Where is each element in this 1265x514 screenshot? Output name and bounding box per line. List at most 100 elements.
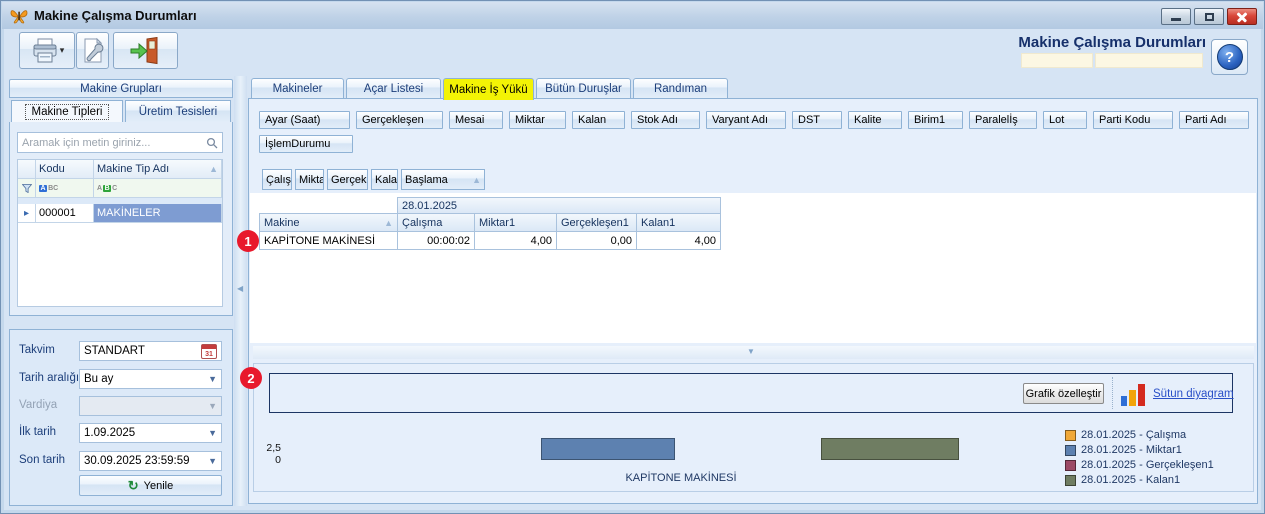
pivot-value-gerceklesen1[interactable]: 0,00 bbox=[556, 231, 637, 250]
chevron-down-icon: ▼ bbox=[208, 456, 217, 466]
grid-column-makine-tip-adi[interactable]: Makine Tip Adı▲ bbox=[94, 160, 222, 179]
field-button-gerceklesen[interactable]: Gerçekleşen bbox=[356, 111, 443, 129]
tab-butun-duruslar[interactable]: Bütün Duruşlar bbox=[536, 78, 631, 99]
pivot-column-miktar1[interactable]: Miktar1 bbox=[474, 213, 557, 232]
field-button-varyant-adi[interactable]: Varyant Adı bbox=[706, 111, 786, 129]
takvim-field[interactable]: STANDART 31 bbox=[79, 341, 222, 361]
horizontal-splitter[interactable]: ▼ bbox=[253, 346, 1254, 359]
tab-makine-tipleri[interactable]: Makine Tipleri bbox=[11, 100, 123, 123]
field-button-birim1[interactable]: Birim1 bbox=[908, 111, 963, 129]
ilk-tarih-field[interactable]: 1.09.2025▼ bbox=[79, 423, 222, 443]
search-icon bbox=[206, 137, 218, 149]
field-button-parti-adi[interactable]: Parti Adı bbox=[1179, 111, 1249, 129]
machine-types-grid: Kodu Makine Tip Adı▲ ABC ABC ▸ 000001 MA… bbox=[17, 159, 223, 307]
field-button-ayar-saat[interactable]: Ayar (Saat) bbox=[259, 111, 350, 129]
filter-kodu-cell[interactable]: ABC bbox=[36, 179, 94, 198]
field-button-parti-kodu[interactable]: Parti Kodu bbox=[1093, 111, 1173, 129]
field-button-dst[interactable]: DST bbox=[792, 111, 842, 129]
pivot-column-gerceklesen1[interactable]: Gerçekleşen1 bbox=[556, 213, 637, 232]
pivot-group-header-date[interactable]: 28.01.2025 bbox=[397, 197, 721, 214]
close-button[interactable] bbox=[1227, 8, 1257, 25]
grafik-ozellestir-button[interactable]: Grafik özelleştir bbox=[1023, 383, 1104, 404]
legend-item-calisma: 28.01.2025 - Çalışma bbox=[1065, 429, 1186, 441]
field-button-lot[interactable]: Lot bbox=[1043, 111, 1087, 129]
field-button-miktar[interactable]: Miktar bbox=[509, 111, 566, 129]
field-button-kalite[interactable]: Kalite bbox=[848, 111, 902, 129]
vardiya-label: Vardiya bbox=[19, 399, 57, 411]
takvim-label: Takvim bbox=[19, 344, 55, 356]
legend-item-kalan1: 28.01.2025 - Kalan1 bbox=[1065, 474, 1180, 486]
column-button-miktar[interactable]: Mikta bbox=[295, 169, 324, 190]
grid-column-kodu[interactable]: Kodu bbox=[36, 160, 94, 179]
row-kodu-cell[interactable]: 000001 bbox=[36, 204, 94, 223]
x-axis-category-label: KAPİTONE MAKİNESİ bbox=[561, 472, 801, 484]
grid-data-row[interactable]: ▸ 000001 MAKİNELER bbox=[18, 204, 222, 223]
chevron-down-icon: ▼ bbox=[208, 401, 217, 411]
yenile-button[interactable]: ↻ Yenile bbox=[79, 475, 222, 496]
collapse-down-icon[interactable]: ▼ bbox=[747, 347, 755, 356]
chevron-down-icon: ▼ bbox=[208, 374, 217, 384]
print-button[interactable]: ▾ bbox=[19, 32, 75, 69]
pivot-row-dimension-header[interactable]: Makine▲ bbox=[259, 213, 398, 232]
legend-item-gerceklesen1: 28.01.2025 - Gerçekleşen1 bbox=[1065, 459, 1214, 471]
tab-acar-listesi[interactable]: Açar Listesi bbox=[346, 78, 441, 99]
tab-uretim-tesisleri[interactable]: Üretim Tesisleri bbox=[125, 100, 231, 123]
field-button-kalan[interactable]: Kalan bbox=[572, 111, 625, 129]
butterfly-app-icon bbox=[10, 8, 28, 24]
sidebar-group-header[interactable]: Makine Grupları bbox=[9, 79, 233, 98]
sutun-diyagram-link[interactable]: Sütun diyagram bbox=[1153, 388, 1234, 400]
annotation-badge-2: 2 bbox=[240, 367, 262, 389]
sort-button-baslama[interactable]: Başlama▲ bbox=[401, 169, 485, 190]
question-mark-icon: ? bbox=[1217, 44, 1243, 70]
tab-makine-is-yuku[interactable]: Makine İş Yükü bbox=[443, 78, 534, 100]
field-button-stok-adi[interactable]: Stok Adı bbox=[631, 111, 700, 129]
filter-name-cell[interactable]: ABC bbox=[94, 179, 222, 198]
tarih-araligi-select[interactable]: Bu ay▼ bbox=[79, 369, 222, 389]
funnel-icon bbox=[22, 184, 32, 193]
pivot-row-machine[interactable]: KAPİTONE MAKİNESİ bbox=[259, 231, 398, 250]
title-bar: Makine Çalışma Durumları bbox=[2, 2, 1263, 29]
exit-door-icon bbox=[129, 37, 163, 65]
vardiya-select: ▼ bbox=[79, 396, 222, 416]
column-button-calisma[interactable]: Çalışı bbox=[262, 169, 292, 190]
collapse-left-icon[interactable]: ◀ bbox=[237, 284, 243, 293]
help-button[interactable]: ? bbox=[1211, 39, 1248, 75]
calendar-icon[interactable]: 31 bbox=[201, 344, 217, 359]
pivot-value-calisma[interactable]: 00:00:02 bbox=[397, 231, 475, 250]
pivot-value-kalan1[interactable]: 4,00 bbox=[636, 231, 721, 250]
legend-item-miktar1: 28.01.2025 - Miktar1 bbox=[1065, 444, 1182, 456]
report-settings-button[interactable] bbox=[76, 32, 109, 69]
field-button-islemdurumu[interactable]: İşlemDurumu bbox=[259, 135, 353, 153]
refresh-icon: ↻ bbox=[128, 479, 139, 492]
maximize-icon bbox=[1205, 13, 1214, 21]
window-title: Makine Çalışma Durumları bbox=[34, 8, 197, 23]
column-button-kalan[interactable]: Kala bbox=[371, 169, 398, 190]
son-tarih-field[interactable]: 30.09.2025 23:59:59▼ bbox=[79, 451, 222, 471]
maximize-button[interactable] bbox=[1194, 8, 1224, 25]
vertical-splitter[interactable]: ◀ bbox=[234, 76, 247, 506]
legend-swatch bbox=[1065, 475, 1076, 486]
pivot-column-kalan1[interactable]: Kalan1 bbox=[636, 213, 721, 232]
chart-toolbar-separator bbox=[1112, 377, 1113, 409]
tab-makineler[interactable]: Makineler bbox=[251, 78, 344, 99]
sort-asc-icon: ▲ bbox=[209, 164, 218, 174]
app-window: Makine Çalışma Durumları ▾ Makine Çalışm… bbox=[0, 0, 1265, 514]
print-dropdown-caret[interactable]: ▾ bbox=[60, 46, 65, 55]
page-wrench-icon bbox=[81, 38, 105, 64]
search-placeholder: Aramak için metin giriniz... bbox=[22, 137, 206, 149]
field-button-paralelis[interactable]: Paralelİş bbox=[969, 111, 1037, 129]
exit-button[interactable] bbox=[113, 32, 178, 69]
field-button-mesai[interactable]: Mesai bbox=[449, 111, 503, 129]
filter-funnel-cell[interactable] bbox=[18, 179, 36, 198]
pivot-column-calisma[interactable]: Çalışma bbox=[397, 213, 475, 232]
row-name-cell[interactable]: MAKİNELER bbox=[94, 204, 222, 223]
close-icon bbox=[1236, 12, 1248, 22]
son-tarih-label: Son tarih bbox=[19, 454, 65, 466]
tarih-araligi-label: Tarih aralığı bbox=[19, 372, 79, 384]
pivot-value-miktar1[interactable]: 4,00 bbox=[474, 231, 557, 250]
grid-filter-row[interactable]: ABC ABC bbox=[18, 179, 222, 198]
search-input[interactable]: Aramak için metin giriniz... bbox=[17, 132, 223, 153]
column-button-gerceklesen[interactable]: Gerçekl bbox=[327, 169, 368, 190]
minimize-button[interactable] bbox=[1161, 8, 1191, 25]
tab-randiman[interactable]: Randıman bbox=[633, 78, 728, 99]
